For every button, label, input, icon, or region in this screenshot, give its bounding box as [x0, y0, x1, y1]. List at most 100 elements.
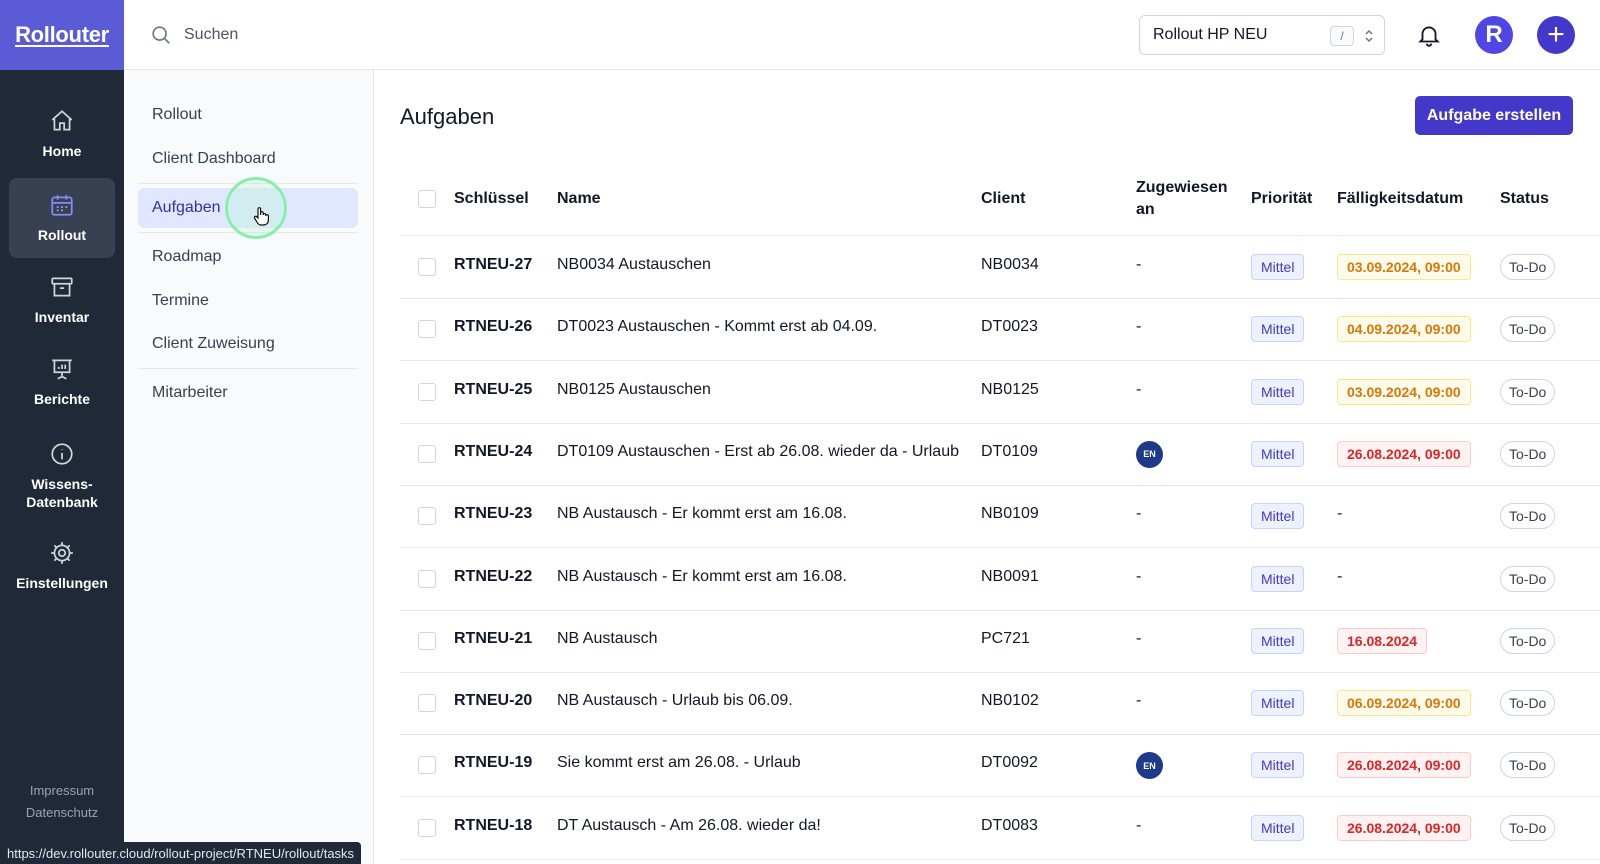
- row-checkbox[interactable]: [418, 694, 436, 713]
- task-client[interactable]: NB0125: [981, 381, 1039, 399]
- user-avatar[interactable]: R: [1475, 16, 1513, 54]
- datenschutz-link[interactable]: Datenschutz: [0, 805, 124, 820]
- nav-item-wissensdatenbank[interactable]: Wissens- Datenbank: [9, 428, 115, 524]
- task-key[interactable]: RTNEU-20: [454, 692, 532, 710]
- subnav-item-mitarbeiter[interactable]: Mitarbeiter: [138, 373, 358, 413]
- row-checkbox[interactable]: [418, 382, 436, 401]
- table-row[interactable]: RTNEU-26 DT0023 Austauschen - Kommt erst …: [400, 298, 1600, 362]
- status-badge[interactable]: To-Do: [1500, 503, 1556, 530]
- task-client[interactable]: DT0092: [981, 754, 1038, 772]
- create-task-button[interactable]: Aufgabe erstellen: [1415, 96, 1573, 135]
- table-row[interactable]: RTNEU-24 DT0109 Austauschen - Erst ab 26.…: [400, 423, 1600, 486]
- row-checkbox[interactable]: [418, 631, 436, 650]
- task-name[interactable]: NB Austausch: [557, 630, 658, 648]
- task-key[interactable]: RTNEU-23: [454, 505, 532, 523]
- task-key[interactable]: RTNEU-21: [454, 630, 532, 648]
- task-key[interactable]: RTNEU-19: [454, 754, 532, 772]
- impressum-link[interactable]: Impressum: [0, 783, 124, 798]
- status-badge[interactable]: To-Do: [1500, 690, 1556, 717]
- task-name[interactable]: NB Austausch - Er kommt erst am 16.08.: [557, 568, 847, 586]
- task-key[interactable]: RTNEU-18: [454, 817, 532, 835]
- status-badge[interactable]: To-Do: [1500, 752, 1556, 779]
- task-key[interactable]: RTNEU-24: [454, 443, 532, 461]
- table-row[interactable]: RTNEU-23 NB Austausch - Er kommt erst am …: [400, 485, 1600, 549]
- row-checkbox[interactable]: [418, 507, 436, 526]
- subnav-item-client-zuweisung[interactable]: Client Zuweisung: [138, 324, 358, 364]
- status-badge[interactable]: To-Do: [1500, 565, 1556, 592]
- table-row[interactable]: RTNEU-20 NB Austausch - Urlaub bis 06.09.…: [400, 672, 1600, 736]
- task-name[interactable]: DT0109 Austauschen - Erst ab 26.08. wied…: [557, 443, 959, 461]
- table-row[interactable]: RTNEU-25 NB0125 Austauschen NB0125 - Mittel 0…: [400, 361, 1600, 424]
- nav-item-home[interactable]: Home: [9, 94, 115, 174]
- table-row[interactable]: RTNEU-27 NB0034 Austauschen NB0034 - Mittel 0…: [400, 236, 1600, 299]
- nav-item-label: Einstellungen: [16, 575, 108, 591]
- task-key[interactable]: RTNEU-22: [454, 568, 532, 586]
- task-client[interactable]: DT0083: [981, 817, 1038, 835]
- table-row[interactable]: RTNEU-19 Sie kommt erst am 26.08. - Urlau…: [400, 734, 1600, 798]
- nav-item-berichte[interactable]: Berichte: [9, 342, 115, 422]
- project-select[interactable]: Rollout HP NEU /: [1139, 15, 1385, 55]
- task-client[interactable]: NB0034: [981, 256, 1039, 274]
- subnav-item-rollout[interactable]: Rollout: [138, 95, 358, 135]
- subnav-item-client-dashboard[interactable]: Client Dashboard: [138, 139, 358, 179]
- search-input[interactable]: [184, 22, 584, 48]
- task-client[interactable]: NB0091: [981, 568, 1039, 586]
- task-key[interactable]: RTNEU-27: [454, 256, 532, 274]
- quick-add-button[interactable]: +: [1537, 16, 1575, 54]
- task-name[interactable]: DT Austausch - Am 26.08. wieder da!: [557, 817, 821, 835]
- task-name[interactable]: NB Austausch - Er kommt erst am 16.08.: [557, 505, 847, 523]
- subnav-item-termine[interactable]: Termine: [138, 281, 358, 321]
- nav-item-rollout[interactable]: Rollout: [9, 178, 115, 258]
- task-key[interactable]: RTNEU-26: [454, 318, 532, 336]
- select-all-checkbox[interactable]: [418, 190, 436, 208]
- task-name[interactable]: NB0125 Austauschen: [557, 381, 711, 399]
- task-client[interactable]: PC721: [981, 630, 1030, 648]
- column-header-status[interactable]: Status: [1500, 188, 1549, 210]
- assignee-avatar[interactable]: EN: [1136, 752, 1163, 780]
- row-checkbox[interactable]: [418, 756, 436, 775]
- task-assignee: -: [1136, 380, 1142, 398]
- column-header-priority[interactable]: Priorität: [1251, 188, 1312, 210]
- column-header-client[interactable]: Client: [981, 188, 1025, 210]
- column-header-name[interactable]: Name: [557, 188, 601, 210]
- nav-item-einstellungen[interactable]: Einstellungen: [9, 526, 115, 606]
- divider: [138, 368, 358, 369]
- bell-icon[interactable]: [1416, 22, 1442, 48]
- assignee-avatar[interactable]: EN: [1136, 440, 1163, 468]
- row-checkbox[interactable]: [418, 320, 436, 339]
- hand-cursor-icon: [253, 207, 269, 226]
- column-header-assigned[interactable]: Zugewiesen an: [1136, 177, 1228, 221]
- row-checkbox[interactable]: [418, 818, 436, 837]
- row-checkbox[interactable]: [418, 569, 436, 588]
- nav-item-inventar[interactable]: Inventar: [9, 260, 115, 340]
- nav-item-label: Berichte: [33, 391, 91, 407]
- status-badge[interactable]: To-Do: [1500, 316, 1556, 343]
- task-due-date: -: [1337, 567, 1343, 585]
- column-header-due-date[interactable]: Fälligkeitsdatum: [1337, 188, 1463, 210]
- task-name[interactable]: NB Austausch - Urlaub bis 06.09.: [557, 692, 793, 710]
- priority-badge: Mittel: [1251, 378, 1305, 405]
- task-client[interactable]: DT0023: [981, 318, 1038, 336]
- row-checkbox[interactable]: [418, 258, 436, 276]
- task-key[interactable]: RTNEU-25: [454, 381, 532, 399]
- task-name[interactable]: Sie kommt erst am 26.08. - Urlaub: [557, 754, 801, 772]
- status-badge[interactable]: To-Do: [1500, 378, 1556, 405]
- row-checkbox[interactable]: [418, 444, 436, 463]
- column-header-assigned-line2: an: [1136, 201, 1155, 218]
- status-badge[interactable]: To-Do: [1500, 814, 1556, 841]
- table-row[interactable]: RTNEU-22 NB Austausch - Er kommt erst am …: [400, 548, 1600, 611]
- status-badge[interactable]: To-Do: [1500, 254, 1556, 280]
- status-badge[interactable]: To-Do: [1500, 440, 1556, 467]
- tasks-page: Aufgaben Aufgabe erstellen Schlüssel Nam…: [374, 70, 1600, 864]
- task-name[interactable]: DT0023 Austauschen - Kommt erst ab 04.09…: [557, 318, 877, 336]
- column-header-key[interactable]: Schlüssel: [454, 188, 529, 210]
- table-row[interactable]: RTNEU-21 NB Austausch PC721 - Mittel 16.08.20…: [400, 610, 1600, 673]
- status-badge[interactable]: To-Do: [1500, 627, 1556, 654]
- task-name[interactable]: NB0034 Austauschen: [557, 256, 711, 274]
- subnav-item-roadmap[interactable]: Roadmap: [138, 237, 358, 277]
- task-client[interactable]: NB0102: [981, 692, 1039, 710]
- table-row[interactable]: RTNEU-18 DT Austausch - Am 26.08. wieder …: [400, 797, 1600, 860]
- task-client[interactable]: DT0109: [981, 443, 1038, 461]
- task-client[interactable]: NB0109: [981, 505, 1039, 523]
- logo[interactable]: Rollouter: [0, 0, 124, 70]
